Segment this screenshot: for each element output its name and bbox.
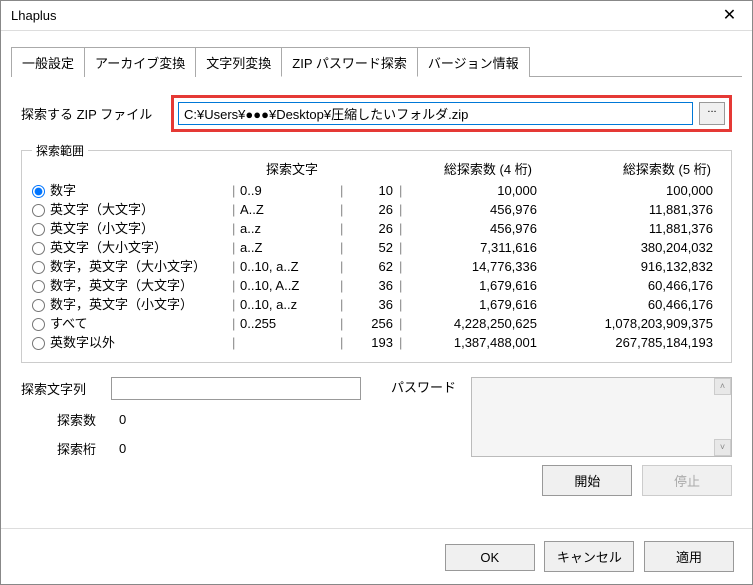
range-label: 数字，英文字（大小文字） xyxy=(50,257,232,276)
range-row[interactable]: 英文字（大小文字）|a..Z|52 |7,311,616380,204,032 xyxy=(32,238,721,257)
search-range-group: 探索範囲 探索文字 総探索数 (4 桁) 総探索数 (5 桁) 数字|0..9|… xyxy=(21,150,732,363)
range-count-5: 100,000 xyxy=(537,181,721,200)
range-chars: a..z xyxy=(240,219,340,238)
search-count-label: 探索数 xyxy=(21,410,111,429)
search-count-value: 0 xyxy=(119,412,126,427)
range-chars: 0..10, a..z xyxy=(240,295,340,314)
range-label: 数字，英文字（小文字） xyxy=(50,295,232,314)
range-row[interactable]: 英文字（大文字）|A..Z|26 |456,97611,881,376 xyxy=(32,200,721,219)
range-chars: 0..10, a..Z xyxy=(240,257,340,276)
header-chars: 探索文字 xyxy=(232,159,352,178)
cancel-button[interactable]: キャンセル xyxy=(544,541,634,572)
password-output: ˄ ˅ xyxy=(471,377,732,457)
range-radio[interactable] xyxy=(32,261,45,274)
window-title: Lhaplus xyxy=(11,8,57,23)
range-radio[interactable] xyxy=(32,204,45,217)
range-count-5: 1,078,203,909,375 xyxy=(537,314,721,333)
range-count-5: 60,466,176 xyxy=(537,295,721,314)
ok-button[interactable]: OK xyxy=(445,544,535,571)
start-button[interactable]: 開始 xyxy=(542,465,632,496)
tab-bar: 一般設定 アーカイブ変換 文字列変換 ZIP パスワード探索 バージョン情報 xyxy=(11,46,742,77)
tab-string[interactable]: 文字列変換 xyxy=(195,47,282,77)
range-row[interactable]: 数字，英文字（小文字）|0..10, a..z|36 |1,679,61660,… xyxy=(32,295,721,314)
range-label: 数字 xyxy=(50,181,232,200)
range-radio[interactable] xyxy=(32,280,45,293)
range-digits: 26 xyxy=(348,219,393,238)
close-icon[interactable]: ✕ xyxy=(707,1,752,31)
range-label: 数字，英文字（大文字） xyxy=(50,276,232,295)
range-digits: 193 xyxy=(348,333,393,352)
titlebar: Lhaplus ✕ xyxy=(1,1,752,31)
range-radio[interactable] xyxy=(32,242,45,255)
range-label: 英文字（小文字） xyxy=(50,219,232,238)
browse-button[interactable]: ... xyxy=(699,102,725,125)
header-n4: 総探索数 (4 桁) xyxy=(402,159,542,178)
search-range-legend: 探索範囲 xyxy=(32,142,88,159)
scroll-up-icon[interactable]: ˄ xyxy=(714,378,731,395)
range-count-5: 11,881,376 xyxy=(537,219,721,238)
tab-archive[interactable]: アーカイブ変換 xyxy=(84,47,196,77)
range-row[interactable]: 数字，英文字（大文字）|0..10, A..Z|36 |1,679,61660,… xyxy=(32,276,721,295)
range-count-4: 14,776,336 xyxy=(407,257,537,276)
range-radio[interactable] xyxy=(32,337,45,350)
range-radio[interactable] xyxy=(32,318,45,331)
range-chars: 0..9 xyxy=(240,181,340,200)
range-row[interactable]: 英文字（小文字）|a..z|26 |456,97611,881,376 xyxy=(32,219,721,238)
range-radio[interactable] xyxy=(32,185,45,198)
search-string-input[interactable] xyxy=(111,377,361,400)
range-count-4: 1,387,488,001 xyxy=(407,333,537,352)
apply-button[interactable]: 適用 xyxy=(644,541,734,572)
range-count-5: 380,204,032 xyxy=(537,238,721,257)
range-digits: 52 xyxy=(348,238,393,257)
tab-zip-password[interactable]: ZIP パスワード探索 xyxy=(281,47,418,77)
range-count-4: 1,679,616 xyxy=(407,295,537,314)
range-label: すべて xyxy=(50,314,232,333)
search-digits-label: 探索桁 xyxy=(21,439,111,458)
range-label: 英文字（大文字） xyxy=(50,200,232,219)
password-label: パスワード xyxy=(391,377,471,457)
range-row[interactable]: 数字，英文字（大小文字）|0..10, a..Z|62 |14,776,3369… xyxy=(32,257,721,276)
range-count-4: 7,311,616 xyxy=(407,238,537,257)
header-n5: 総探索数 (5 桁) xyxy=(542,159,721,178)
search-digits-value: 0 xyxy=(119,441,126,456)
tab-version[interactable]: バージョン情報 xyxy=(417,47,530,77)
range-count-5: 60,466,176 xyxy=(537,276,721,295)
range-count-4: 456,976 xyxy=(407,219,537,238)
zip-file-input[interactable] xyxy=(178,102,693,125)
range-label: 英文字（大小文字） xyxy=(50,238,232,257)
range-chars: A..Z xyxy=(240,200,340,219)
range-count-4: 10,000 xyxy=(407,181,537,200)
range-chars: 0..10, A..Z xyxy=(240,276,340,295)
range-label: 英数字以外 xyxy=(50,333,232,352)
search-string-label: 探索文字列 xyxy=(21,379,111,398)
range-radio[interactable] xyxy=(32,223,45,236)
range-digits: 26 xyxy=(348,200,393,219)
range-count-5: 11,881,376 xyxy=(537,200,721,219)
tab-general[interactable]: 一般設定 xyxy=(11,47,85,77)
range-radio[interactable] xyxy=(32,299,45,312)
range-digits: 10 xyxy=(348,181,393,200)
dialog-footer: OK キャンセル 適用 xyxy=(1,528,752,584)
zip-file-label: 探索する ZIP ファイル xyxy=(21,104,171,123)
range-row[interactable]: すべて|0..255|256 |4,228,250,6251,078,203,9… xyxy=(32,314,721,333)
range-digits: 62 xyxy=(348,257,393,276)
range-digits: 36 xyxy=(348,295,393,314)
scroll-down-icon[interactable]: ˅ xyxy=(714,439,731,456)
zip-file-highlight: ... xyxy=(171,95,732,132)
range-row[interactable]: 英数字以外||193 |1,387,488,001267,785,184,193 xyxy=(32,333,721,352)
range-count-5: 267,785,184,193 xyxy=(537,333,721,352)
range-digits: 36 xyxy=(348,276,393,295)
range-chars: a..Z xyxy=(240,238,340,257)
range-count-4: 456,976 xyxy=(407,200,537,219)
range-count-5: 916,132,832 xyxy=(537,257,721,276)
range-chars: 0..255 xyxy=(240,314,340,333)
range-digits: 256 xyxy=(348,314,393,333)
range-header: 探索文字 総探索数 (4 桁) 総探索数 (5 桁) xyxy=(32,159,721,178)
stop-button: 停止 xyxy=(642,465,732,496)
range-count-4: 4,228,250,625 xyxy=(407,314,537,333)
range-count-4: 1,679,616 xyxy=(407,276,537,295)
range-row[interactable]: 数字|0..9|10 |10,000100,000 xyxy=(32,181,721,200)
